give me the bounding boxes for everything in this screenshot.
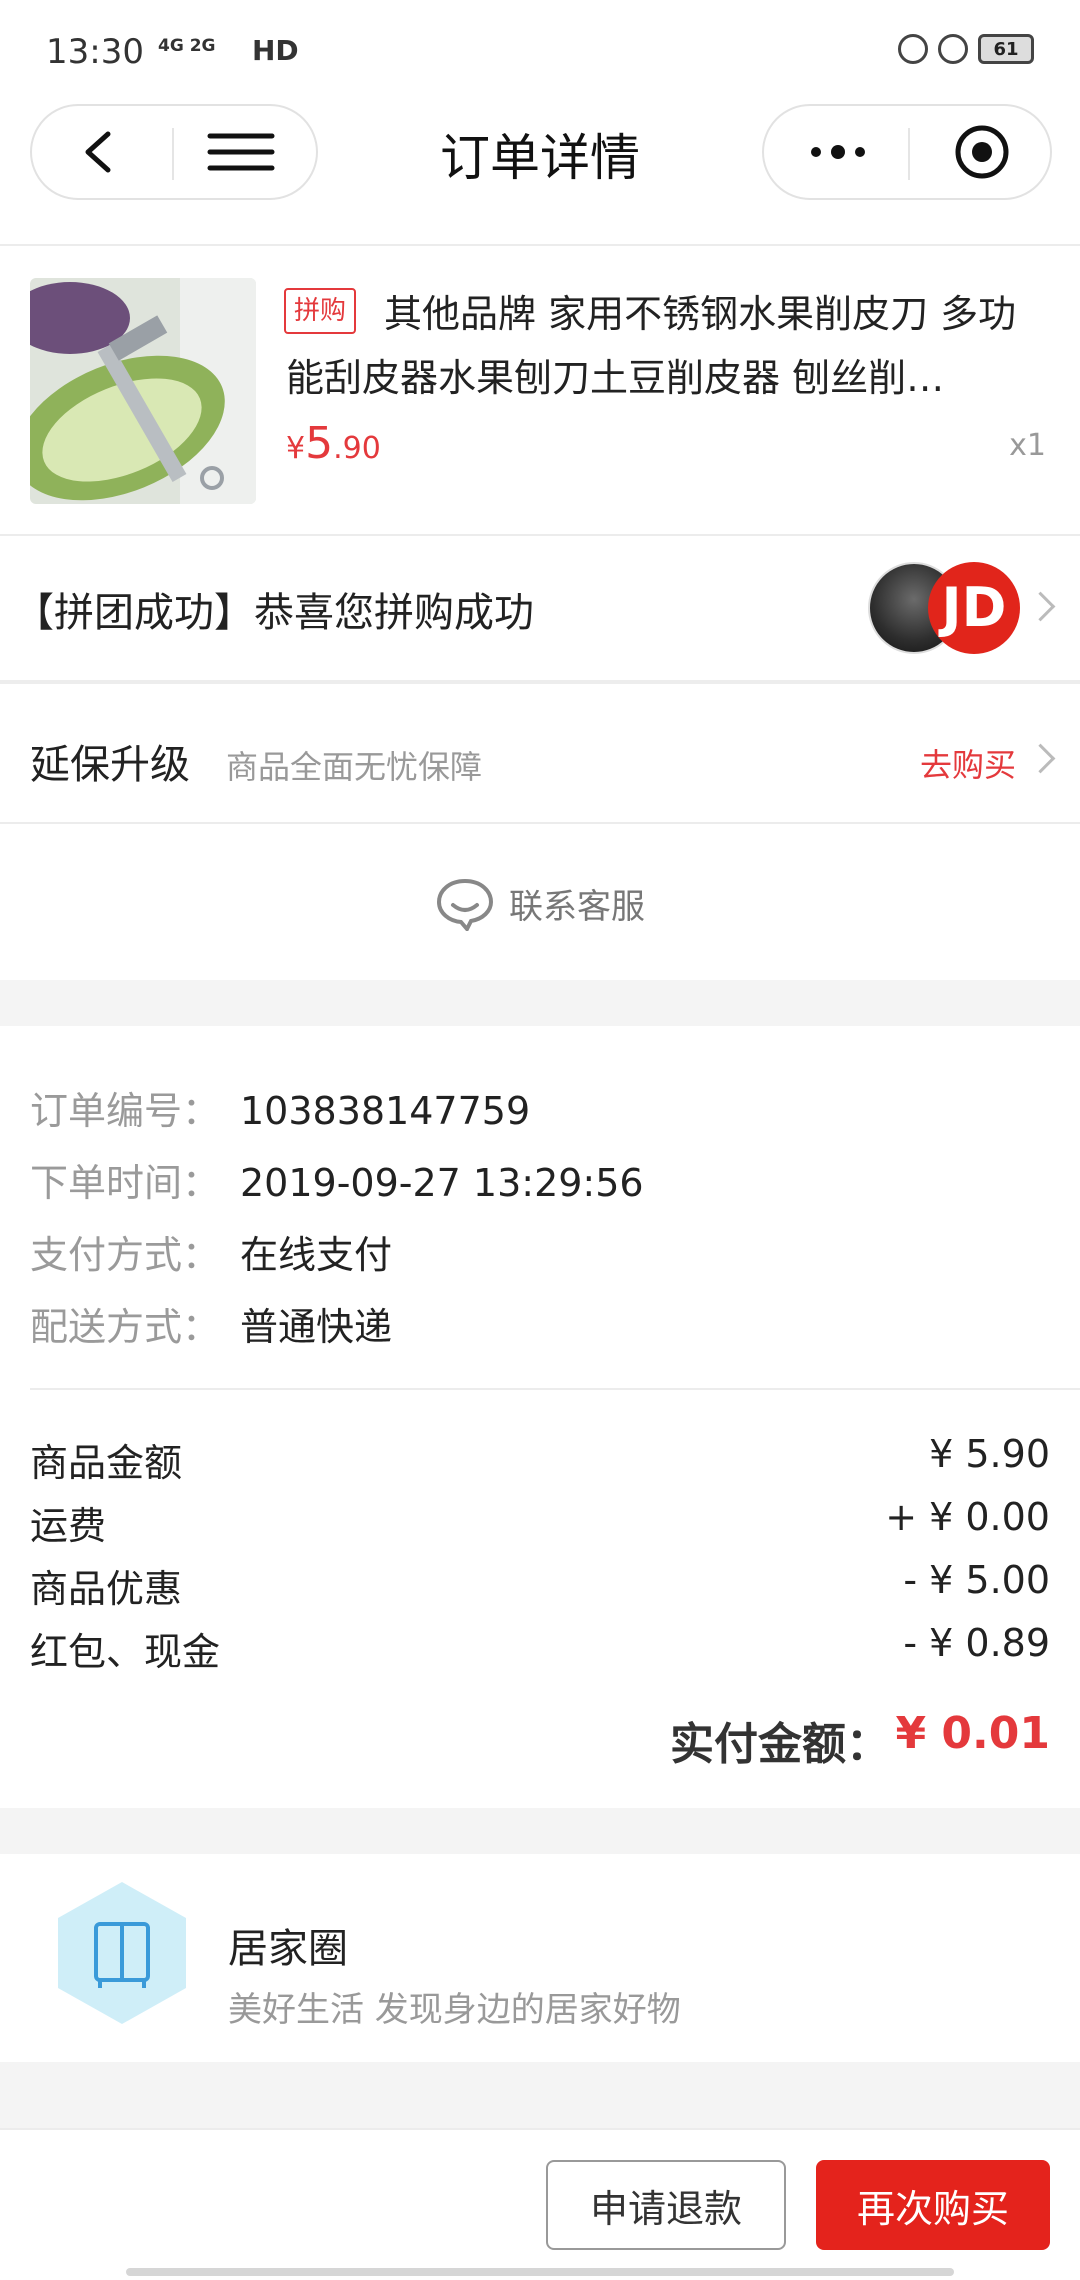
status-right-icons: 61	[898, 34, 1034, 64]
home-indicator	[126, 2268, 954, 2276]
home-circle-description: 美好生活 发现身边的居家好物	[228, 1990, 681, 2030]
product-price: ¥5.90	[286, 418, 381, 469]
more-button[interactable]	[778, 114, 898, 190]
close-miniprogram-button[interactable]	[924, 114, 1040, 190]
status-bar: 13:30 4G 2G HD 61	[0, 0, 1080, 100]
product-image[interactable]	[30, 278, 256, 504]
shipping-fee-row: 运费 + ¥ 0.00	[30, 1495, 1050, 1550]
goods-amount-value: ¥ 5.90	[929, 1432, 1050, 1476]
discount-value: - ¥ 5.00	[903, 1558, 1050, 1602]
delivery-method-value: 普通快递	[240, 1305, 393, 1349]
payment-method-row: 支付方式： 在线支付	[30, 1224, 392, 1279]
chat-bubble-icon	[436, 878, 494, 931]
delivery-method-label: 配送方式：	[30, 1305, 221, 1349]
redpacket-cash-value: - ¥ 0.89	[903, 1621, 1050, 1665]
shipping-fee-label: 运费	[30, 1504, 107, 1548]
payment-method-value: 在线支付	[240, 1233, 393, 1277]
group-success-text: 【拼团成功】恭喜您拼购成功	[14, 590, 534, 636]
product-quantity: x1	[1009, 428, 1046, 463]
rotation-lock-icon	[898, 34, 928, 64]
order-time-label: 下单时间：	[30, 1161, 221, 1205]
redpacket-cash-row: 红包、现金 - ¥ 0.89	[30, 1621, 1050, 1676]
battery-icon: 61	[978, 34, 1034, 64]
customer-service-button[interactable]: 联系客服	[0, 826, 1080, 980]
goods-amount-label: 商品金额	[30, 1441, 183, 1485]
cabinet-icon	[52, 1878, 192, 2028]
order-time-value: 2019-09-27 13:29:56	[240, 1161, 644, 1205]
discount-row: 商品优惠 - ¥ 5.00	[30, 1558, 1050, 1613]
goods-amount-row: 商品金额 ¥ 5.90	[30, 1432, 1050, 1487]
product-title[interactable]: 其他品牌 家用不锈钢水果削皮刀 多功能刮皮器水果刨刀土豆削皮器 刨丝削…	[286, 282, 1042, 410]
avatar: JD	[928, 562, 1020, 654]
warranty-subtitle: 商品全面无忧保障	[226, 748, 483, 786]
buy-again-button[interactable]: 再次购买	[816, 2160, 1050, 2250]
customer-service-label: 联系客服	[509, 886, 645, 927]
status-time: 13:30	[46, 32, 144, 72]
warranty-title: 延保升级	[30, 742, 190, 788]
payment-method-label: 支付方式：	[30, 1233, 221, 1277]
hd-indicator: HD	[252, 34, 299, 67]
order-number-row: 订单编号： 103838147759	[30, 1080, 530, 1135]
order-number-label: 订单编号：	[30, 1089, 221, 1133]
home-circle-title: 居家圈	[228, 1926, 348, 1972]
shipping-fee-value: + ¥ 0.00	[885, 1495, 1050, 1539]
discount-label: 商品优惠	[30, 1567, 183, 1611]
network-signal-indicator: 4G 2G	[158, 36, 216, 56]
paid-amount-label: 实付金额：	[670, 1719, 890, 1770]
redpacket-cash-label: 红包、现金	[30, 1630, 221, 1674]
paid-amount-value: ¥ 0.01	[895, 1708, 1051, 1759]
price-symbol: ¥	[286, 431, 306, 466]
group-buy-tag: 拼购	[284, 288, 357, 334]
price-decimal: .90	[333, 431, 381, 466]
alarm-icon	[938, 34, 968, 64]
delivery-method-row: 配送方式： 普通快递	[30, 1296, 392, 1351]
target-circle-icon	[955, 125, 1009, 179]
order-number-value: 103838147759	[240, 1089, 531, 1133]
warranty-buy-link[interactable]: 去购买	[920, 740, 1016, 786]
nav-right-capsule	[762, 104, 1052, 200]
more-dots-icon	[811, 145, 865, 159]
order-time-row: 下单时间： 2019-09-27 13:29:56	[30, 1152, 644, 1207]
price-integer: 5	[305, 418, 334, 469]
refund-button[interactable]: 申请退款	[546, 2160, 786, 2250]
